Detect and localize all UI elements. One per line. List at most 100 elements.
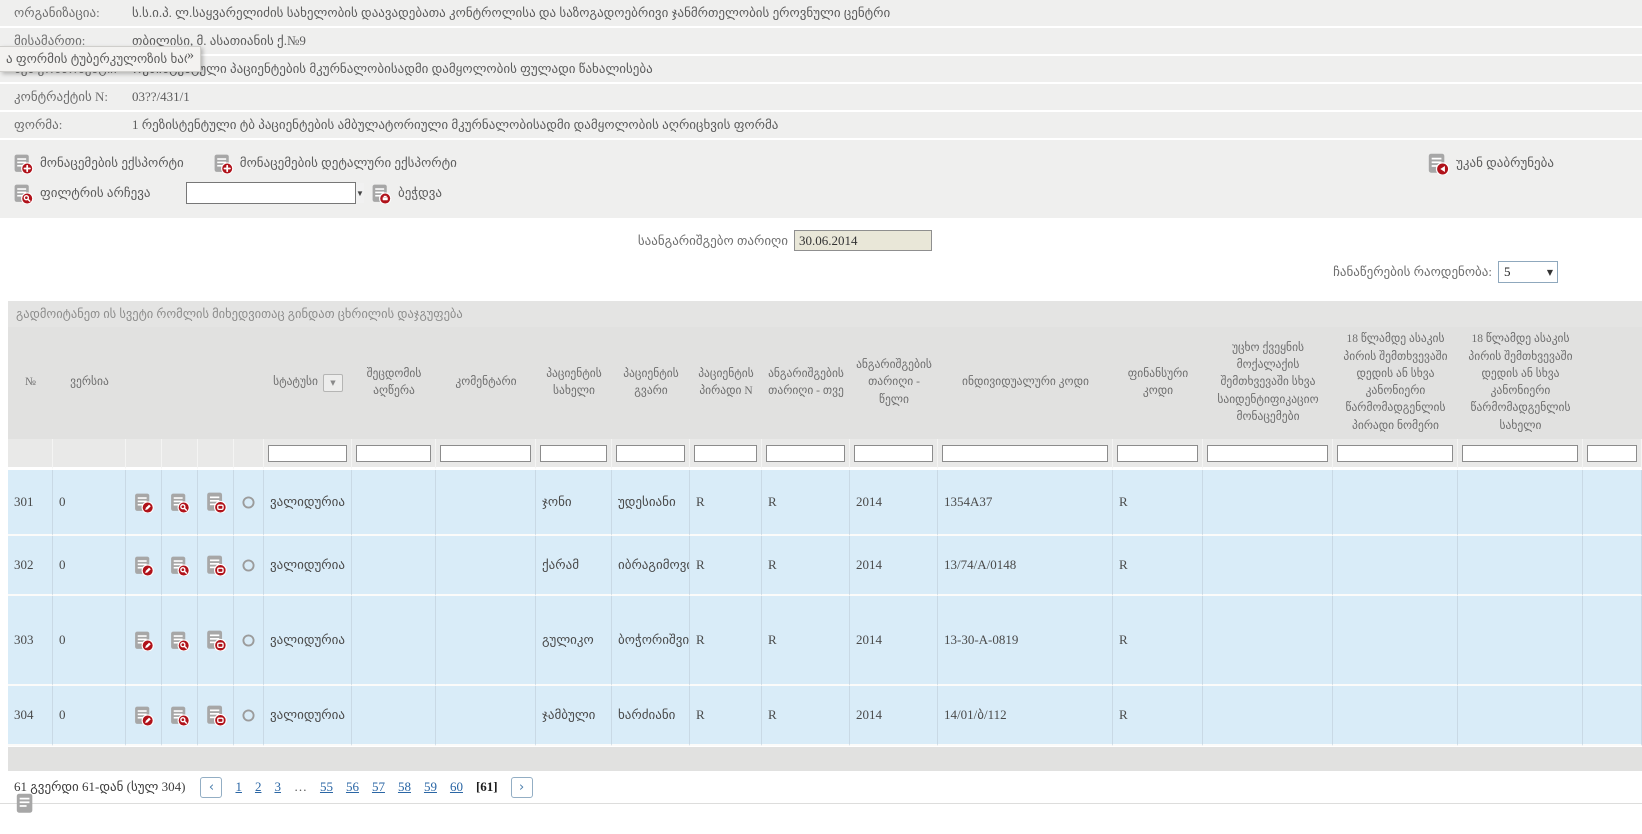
filter-input-foreign-id[interactable] [1207,445,1328,462]
page-link-60[interactable]: 60 [450,779,463,795]
cell-guardian-id [1333,470,1458,536]
edit-record-icon[interactable] [133,555,154,576]
filter-input-first-name[interactable] [540,445,607,462]
go-back-button[interactable]: უკან დაბრუნება [1426,152,1554,175]
filter-combobox[interactable]: ▼ [186,182,356,204]
cell-comment [436,536,536,596]
cell-guardian-id [1333,596,1458,686]
page-link-57[interactable]: 57 [372,779,385,795]
select-record-radio[interactable] [240,632,257,649]
edit-record-icon[interactable] [133,705,154,726]
view-record-icon[interactable] [169,630,190,651]
col-header-last-name[interactable]: პაციენტის გვარი [612,327,690,439]
filter-input-personal-n[interactable] [694,445,757,462]
copy-record-icon[interactable] [205,491,227,513]
status-header-label: სტატუსი [273,374,318,391]
filter-combobox-input[interactable] [187,183,355,203]
col-header-individual-code[interactable]: ინდივიდუალური კოდი [938,327,1113,439]
choose-filter-button[interactable]: ფილტრის არჩევა [12,183,172,204]
records-count-select[interactable]: 5 ▼ [1498,261,1558,283]
copy-record-icon[interactable] [205,554,227,576]
page-link-1[interactable]: 1 [235,779,242,795]
next-page-button[interactable]: › [511,777,533,798]
select-record-radio[interactable] [240,707,257,724]
form-tooltip: ა ფორმის ტუბერკულოზის ხარ... » [0,46,201,72]
bottom-export-button[interactable] [14,792,38,815]
cell-financial-code: R [1113,686,1203,746]
page-link-58[interactable]: 58 [398,779,411,795]
filter-input-report-month[interactable] [766,445,845,462]
page-link-3[interactable]: 3 [274,779,281,795]
col-header-guardian-name[interactable]: 18 წლამდე ასაკის პირის შემთხვევაში დედის… [1458,327,1583,439]
print-button[interactable]: ბეჭდვა [370,183,442,204]
filter-input-status[interactable] [268,445,347,462]
filter-input-financial-code[interactable] [1117,445,1198,462]
col-header-comment[interactable]: კომენტარი [436,327,536,439]
contract-label: კონტრაქტის N: [0,89,132,105]
page-link-2[interactable]: 2 [255,779,262,795]
filter-input-individual-code[interactable] [942,445,1108,462]
cell-personal-n: R [690,686,762,746]
edit-record-icon[interactable] [133,630,154,651]
report-date-input[interactable] [794,230,932,251]
col-header-version[interactable]: ვერსია [53,327,126,439]
filter-input-last-name[interactable] [616,445,685,462]
filter-input-comment[interactable] [440,445,531,462]
page-link-59[interactable]: 59 [424,779,437,795]
tooltip-expand-chevron[interactable]: » [187,48,200,70]
filter-input-guardian-id[interactable] [1337,445,1453,462]
col-header-foreign-id[interactable]: უცხო ქვეყნის მოქალაქის შემთხვევაში სხვა … [1203,327,1333,439]
table-row[interactable]: 302 0 ვალიდურია ქარამ იბრაგიმოვი R R 201… [8,536,1642,596]
cell-number: 301 [8,470,53,536]
edit-record-icon[interactable] [133,492,154,513]
view-record-icon[interactable] [169,555,190,576]
filter-input-guardian-name[interactable] [1462,445,1578,462]
col-header-report-month[interactable]: ანგარიშგების თარიღი - თვე [762,327,850,439]
col-header-number[interactable]: № [8,327,53,439]
records-count-label: ჩანაწერების რაოდენობა: [1333,264,1492,280]
select-record-radio[interactable] [240,557,257,574]
col-header-select [234,327,264,439]
group-by-hint-bar[interactable]: გადმოიტანეთ ის სვეტი რომლის მიხედვითაც გ… [8,301,1642,327]
filter-combobox-dropdown-icon[interactable]: ▼ [355,183,364,203]
cell-status: ვალიდურია [264,686,352,746]
cell-last-name: იბრაგიმოვი [612,536,690,596]
select-record-radio[interactable] [240,494,257,511]
view-record-icon[interactable] [169,492,190,513]
filter-input-overflow[interactable] [1587,445,1637,462]
cell-foreign-id [1203,470,1333,536]
cell-report-year: 2014 [850,536,938,596]
current-page-indicator: [61] [476,779,498,795]
col-header-first-name[interactable]: პაციენტის სახელი [536,327,612,439]
col-header-personal-n[interactable]: პაციენტის პირადი N [690,327,762,439]
filter-input-error[interactable] [356,445,431,462]
page-link-55[interactable]: 55 [320,779,333,795]
copy-record-icon[interactable] [205,629,227,651]
form-label: ფორმა: [0,117,132,133]
cell-error [352,596,436,686]
form-value: 1 რეზისტენტული ტბ პაციენტების ამბულატორი… [132,117,778,133]
col-header-status[interactable]: სტატუსი ▼ [264,327,352,439]
filter-input-report-year[interactable] [854,445,933,462]
col-header-guardian-id[interactable]: 18 წლამდე ასაკის პირის შემთხვევაში დედის… [1333,327,1458,439]
cell-overflow [1583,470,1642,536]
page-link-56[interactable]: 56 [346,779,359,795]
col-header-error[interactable]: შეცდომის აღწერა [352,327,436,439]
copy-record-icon[interactable] [205,704,227,726]
table-row[interactable]: 304 0 ვალიდურია ჯამბული ხარძიანი R R 201… [8,686,1642,746]
cell-guardian-name [1458,686,1583,746]
cell-guardian-name [1458,596,1583,686]
view-record-icon[interactable] [169,705,190,726]
table-row[interactable]: 303 0 ვალიდურია გულიკო ბოჭორიშვილი R R 2… [8,596,1642,686]
prev-page-button[interactable]: ‹ [200,777,222,798]
col-header-report-year[interactable]: ანგარიშგების თარიღი - წელი [850,327,938,439]
cell-financial-code: R [1113,596,1203,686]
table-row[interactable]: 301 0 ვალიდურია ჯონი უდესიანი R R 2014 1… [8,470,1642,536]
status-filter-dropdown-icon[interactable]: ▼ [323,374,343,392]
export-detailed-button[interactable]: მონაცემების დეტალური ექსპორტი [212,153,457,174]
pagination-ellipsis: … [294,779,307,795]
export-data-button[interactable]: მონაცემების ექსპორტი [12,153,184,174]
info-row-address: მისამართი: თბილისი, მ. ასათიანის ქ.№9 [0,28,1642,54]
cell-number: 303 [8,596,53,686]
col-header-financial-code[interactable]: ფინანსური კოდი [1113,327,1203,439]
